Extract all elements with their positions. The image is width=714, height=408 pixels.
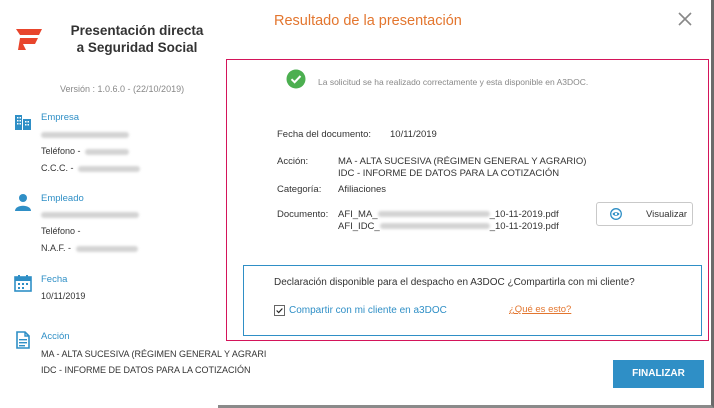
app-title-line2: a Seguridad Social <box>76 40 198 55</box>
version-text: Versión : 1.0.6.0 - (22/10/2019) <box>60 84 185 94</box>
help-link[interactable]: ¿Qué es esto? <box>509 304 571 315</box>
share-checkbox-label[interactable]: Compartir con mi cliente en a3DOC <box>289 305 447 316</box>
close-icon[interactable] <box>674 8 696 30</box>
documento-1-prefix: AFI_MA_ <box>338 209 378 220</box>
success-message: La solicitud se ha realizado correctamen… <box>318 77 589 87</box>
document-icon <box>16 331 30 349</box>
accion-value-line1: MA - ALTA SUCESIVA (RÉGIMEN GENERAL Y AG… <box>338 156 587 167</box>
empresa-heading: Empresa <box>41 112 80 123</box>
empresa-telefono: Teléfono - <box>41 146 130 156</box>
empresa-telefono-label: Teléfono - <box>41 146 81 156</box>
empleado-name-redacted <box>41 209 139 219</box>
share-checkbox[interactable] <box>274 305 285 316</box>
share-question: Declaración disponible para el despacho … <box>274 277 635 288</box>
person-icon <box>15 194 31 211</box>
empleado-naf-label: N.A.F. - <box>41 243 72 253</box>
finalizar-button[interactable]: FINALIZAR <box>613 360 704 388</box>
documento-2-suffix: _10-11-2019.pdf <box>489 221 559 232</box>
empleado-telefono-label: Teléfono - <box>41 226 81 236</box>
documento-2-prefix: AFI_IDC_ <box>338 221 380 232</box>
documento-2: AFI_IDC_ _10-11-2019.pdf <box>338 221 559 233</box>
visualizar-button[interactable]: Visualizar <box>596 202 693 226</box>
app-title-line1: Presentación directa <box>70 23 204 38</box>
documento-1-suffix: _10-11-2019.pdf <box>489 209 559 220</box>
fecha-value: 10/11/2019 <box>41 291 86 301</box>
empleado-heading: Empleado <box>41 193 84 204</box>
eye-icon <box>610 208 622 220</box>
empresa-ccc-label: C.C.C. - <box>41 163 74 173</box>
accion-heading: Acción <box>41 331 70 342</box>
app-title: Presentación directa a Seguridad Social <box>62 22 212 56</box>
a3-logo <box>16 29 42 50</box>
categoria-value: Afiliaciones <box>338 184 387 195</box>
empleado-naf: N.A.F. - <box>41 243 138 253</box>
building-icon <box>15 115 31 130</box>
empresa-name-redacted <box>41 129 129 139</box>
empresa-ccc: C.C.C. - <box>41 163 141 173</box>
check-circle-icon <box>286 69 306 89</box>
accion-value-line2: IDC - INFORME DE DATOS PARA LA COTIZACIÓ… <box>338 168 560 179</box>
visualizar-label: Visualizar <box>646 209 688 220</box>
share-box <box>243 265 702 336</box>
empleado-telefono: Teléfono - <box>41 226 81 236</box>
sidebar: Presentación directa a Seguridad Social … <box>0 0 266 408</box>
fecha-documento-label: Fecha del documento: <box>277 129 372 140</box>
documento-1: AFI_MA_ _10-11-2019.pdf <box>338 209 559 221</box>
accion-label: Acción: <box>277 156 309 167</box>
accion-line2: IDC - INFORME DE DATOS PARA LA COTIZACIÓ… <box>41 365 251 375</box>
fecha-documento-value: 10/11/2019 <box>390 129 437 140</box>
dialog-title: Resultado de la presentación <box>274 13 462 29</box>
documento-label: Documento: <box>277 209 329 220</box>
accion-line1: MA - ALTA SUCESIVA (RÉGIMEN GENERAL Y AG… <box>41 349 267 359</box>
categoria-label: Categoría: <box>277 184 322 195</box>
fecha-heading: Fecha <box>41 274 68 285</box>
calendar-icon <box>14 275 32 292</box>
presentation-result-dialog: Presentación directa a Seguridad Social … <box>0 0 714 408</box>
